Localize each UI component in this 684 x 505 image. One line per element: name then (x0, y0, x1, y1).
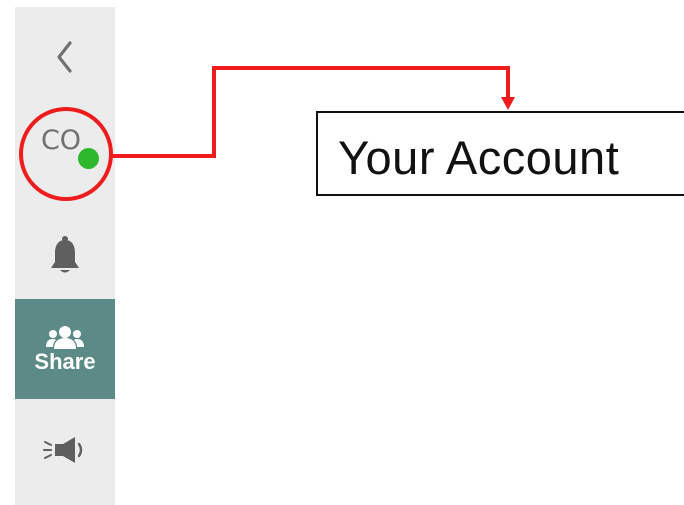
page: CO Share Your Account (0, 0, 684, 505)
avatar-initials: CO (40, 124, 82, 156)
account-avatar[interactable]: CO (15, 112, 115, 172)
account-callout: Your Account (316, 111, 684, 196)
notifications-button[interactable] (15, 229, 115, 281)
bell-icon (51, 236, 79, 273)
share-button[interactable]: Share (15, 299, 115, 399)
chevron-left-icon (57, 41, 72, 73)
share-label: Share (34, 349, 96, 374)
arrow-head (501, 97, 515, 110)
sidebar: CO Share (15, 7, 115, 505)
online-status-dot (78, 148, 99, 169)
announcements-button[interactable] (15, 422, 115, 477)
people-icon (46, 326, 84, 349)
back-button[interactable] (15, 32, 115, 82)
megaphone-icon (43, 436, 83, 463)
callout-label: Your Account (338, 131, 620, 184)
